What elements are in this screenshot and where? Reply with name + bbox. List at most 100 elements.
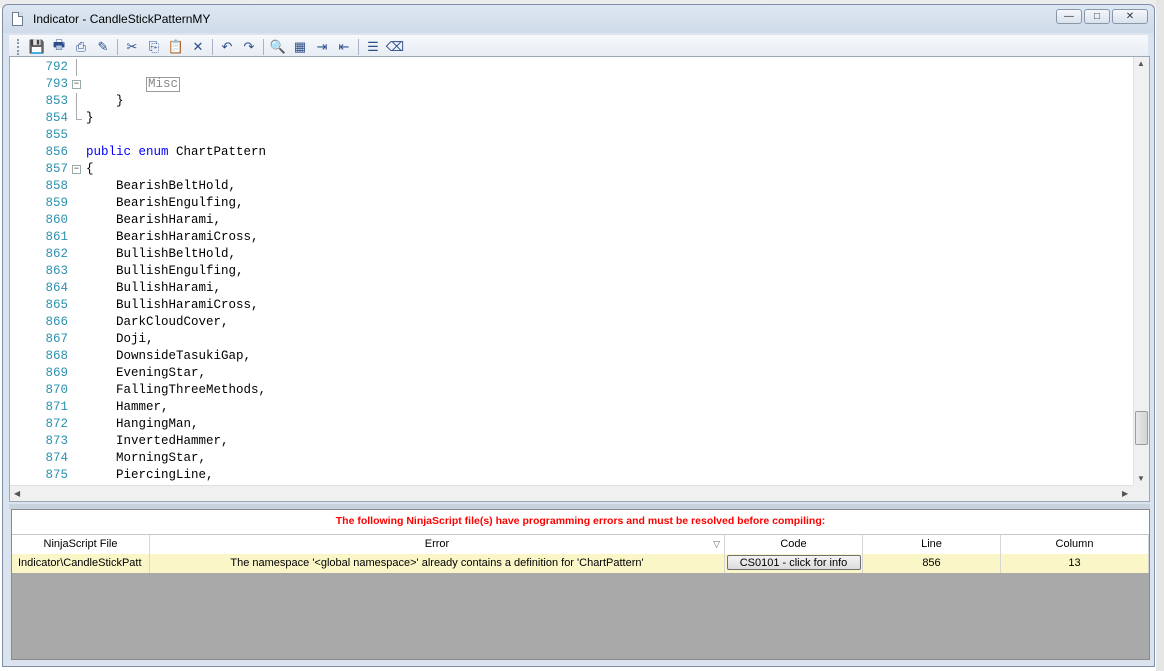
horizontal-scrollbar[interactable]: ◀ ▶ — [10, 485, 1135, 501]
collapsed-region-misc[interactable]: Misc — [146, 77, 181, 92]
outdent-icon[interactable]: ⇤ — [333, 37, 355, 57]
code-line[interactable]: 793− Misc — [10, 76, 1135, 93]
code-line[interactable]: 873 InvertedHammer, — [10, 433, 1135, 450]
code-line[interactable]: 859 BearishEngulfing, — [10, 195, 1135, 212]
code-line[interactable]: 857−{ — [10, 161, 1135, 178]
save-icon[interactable]: 💾 — [26, 37, 48, 57]
fold-toggle-icon[interactable]: − — [72, 165, 81, 174]
scroll-right-icon[interactable]: ▶ — [1122, 489, 1128, 498]
code-line[interactable]: 862 BullishBeltHold, — [10, 246, 1135, 263]
column-header-file[interactable]: NinjaScript File — [12, 535, 150, 554]
cut-icon[interactable]: ✂ — [121, 37, 143, 57]
code-line[interactable]: 854} — [10, 110, 1135, 127]
line-number: 872 — [45, 417, 68, 431]
minimize-button[interactable]: — — [1056, 9, 1082, 24]
scroll-thumb[interactable] — [1135, 411, 1148, 445]
copy-icon[interactable]: ⎘ — [143, 37, 165, 57]
error-grid-header: NinjaScript File Error ▽ Code Line Colum… — [12, 534, 1149, 555]
scroll-corner — [1133, 485, 1149, 501]
line-number: 853 — [45, 94, 68, 108]
title-bar[interactable]: Indicator - CandleStickPatternMY — □ ✕ — [3, 5, 1154, 33]
line-number: 862 — [45, 247, 68, 261]
paste-icon[interactable]: 📋 — [165, 37, 187, 57]
toolbar-separator — [263, 39, 264, 55]
toolbar-grip[interactable] — [17, 39, 22, 55]
line-number: 860 — [45, 213, 68, 227]
code-text: HangingMan, — [86, 416, 199, 433]
line-number: 858 — [45, 179, 68, 193]
line-number: 864 — [45, 281, 68, 295]
code-line[interactable]: 855 — [10, 127, 1135, 144]
code-line[interactable]: 871 Hammer, — [10, 399, 1135, 416]
code-text: BearishHarami, — [86, 212, 221, 229]
window-title: Indicator - CandleStickPatternMY — [33, 12, 211, 26]
code-line[interactable]: 853 } — [10, 93, 1135, 110]
comment-icon[interactable]: ☰ — [362, 37, 384, 57]
scroll-down-icon[interactable]: ▼ — [1137, 474, 1145, 483]
code-text: } — [86, 93, 124, 110]
scroll-up-icon[interactable]: ▲ — [1137, 59, 1145, 68]
code-line[interactable]: 863 BullishEngulfing, — [10, 263, 1135, 280]
code-area[interactable]: 792 793− Misc 853 } 854} 855 856 public enum C… — [10, 57, 1135, 487]
column-header-error[interactable]: Error ▽ — [150, 535, 725, 554]
code-line[interactable]: 874 MorningStar, — [10, 450, 1135, 467]
error-row[interactable]: Indicator\CandleStickPatt The namespace … — [12, 554, 1149, 573]
code-line[interactable]: 875 PiercingLine, — [10, 467, 1135, 484]
code-text: BullishEngulfing, — [86, 263, 244, 280]
code-line[interactable]: 864 BullishHarami, — [10, 280, 1135, 297]
indent-icon[interactable]: ⇥ — [311, 37, 333, 57]
print-preview-icon[interactable]: ⎙ — [70, 37, 92, 57]
code-content: BullishEngulfing, — [86, 264, 244, 278]
line-number: 861 — [45, 230, 68, 244]
column-header-code[interactable]: Code — [725, 535, 863, 554]
code-line[interactable]: 867 Doji, — [10, 331, 1135, 348]
code-line[interactable]: 792 — [10, 59, 1135, 76]
code-line[interactable]: 869 EveningStar, — [10, 365, 1135, 382]
line-number: 792 — [45, 60, 68, 74]
code-text: BullishBeltHold, — [86, 246, 236, 263]
page-setup-icon[interactable]: ✎ — [92, 37, 114, 57]
uncomment-icon[interactable]: ⌫ — [384, 37, 406, 57]
error-header: The following NinjaScript file(s) have p… — [12, 510, 1149, 534]
delete-icon[interactable]: ✕ — [187, 37, 209, 57]
error-code-button[interactable]: CS0101 - click for info — [726, 555, 861, 570]
code-line[interactable]: 868 DownsideTasukiGap, — [10, 348, 1135, 365]
undo-icon[interactable]: ↶ — [216, 37, 238, 57]
code-content: DarkCloudCover, — [86, 315, 229, 329]
fold-toggle-icon[interactable]: − — [72, 80, 81, 89]
line-number: 875 — [45, 468, 68, 482]
document-icon — [12, 12, 23, 26]
code-text: BullishHarami, — [86, 280, 221, 297]
code-line[interactable]: 861 BearishHaramiCross, — [10, 229, 1135, 246]
code-content: Hammer, — [86, 400, 169, 414]
fold-guide — [76, 93, 86, 110]
toolbar-separator — [212, 39, 213, 55]
code-content: FallingThreeMethods, — [86, 383, 267, 397]
line-number: 863 — [45, 264, 68, 278]
find-icon[interactable]: 🔍 — [267, 37, 289, 57]
code-line[interactable]: 872 HangingMan, — [10, 416, 1135, 433]
code-line[interactable]: 858 BearishBeltHold, — [10, 178, 1135, 195]
scroll-left-icon[interactable]: ◀ — [14, 489, 20, 498]
code-editor[interactable]: 792 793− Misc 853 } 854} 855 856 public enum C… — [9, 56, 1150, 502]
code-text: BullishHaramiCross, — [86, 297, 259, 314]
code-content: InvertedHammer, — [86, 434, 229, 448]
code-line[interactable]: 866 DarkCloudCover, — [10, 314, 1135, 331]
column-header-column[interactable]: Column — [1001, 535, 1149, 554]
column-header-line[interactable]: Line — [863, 535, 1001, 554]
line-number: 856 — [45, 145, 68, 159]
code-line[interactable]: 865 BullishHaramiCross, — [10, 297, 1135, 314]
close-button[interactable]: ✕ — [1112, 9, 1148, 24]
maximize-button[interactable]: □ — [1084, 9, 1110, 24]
redo-icon[interactable]: ↷ — [238, 37, 260, 57]
code-content — [86, 77, 146, 91]
code-content: BullishBeltHold, — [86, 247, 237, 261]
line-number: 854 — [45, 111, 68, 125]
find-replace-icon[interactable]: ▦ — [289, 37, 311, 57]
print-icon[interactable]: 🖶 — [48, 37, 70, 57]
vertical-scrollbar[interactable]: ▲ ▼ — [1133, 57, 1149, 487]
code-line[interactable]: 870 FallingThreeMethods, — [10, 382, 1135, 399]
code-line[interactable]: 860 BearishHarami, — [10, 212, 1135, 229]
code-line[interactable]: 856 public enum ChartPattern — [10, 144, 1135, 161]
code-content: HangingMan, — [86, 417, 199, 431]
